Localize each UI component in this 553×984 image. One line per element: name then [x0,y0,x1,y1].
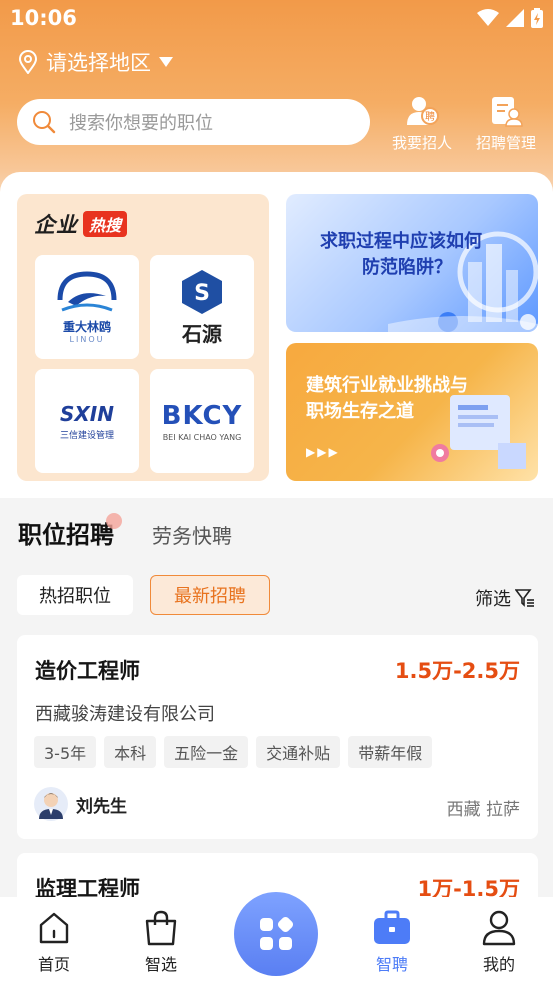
hot-companies-card: 企业 热搜 重大林鸥 LINOU S 石源 SXIN 三信建设管理 BKCY B… [17,194,269,481]
nav-smart-pick-label: 智选 [144,955,177,974]
nav-home[interactable]: 首页 [19,909,89,975]
location-selector[interactable]: 请选择地区 [18,47,173,77]
banner2-arrows: ▶▶▶ [306,445,340,459]
hot-badge: 热搜 [83,211,128,237]
signal-icon [506,9,524,27]
search-placeholder: 搜索你想要的职位 [69,113,213,134]
job-tag: 3-5年 [34,736,97,768]
nav-profile-label: 我的 [482,955,515,974]
hire-icon: 聘 [405,94,439,128]
chip-hot-jobs[interactable]: 热招职位 [17,575,133,615]
job-tag: 交通补贴 [256,736,341,768]
user-icon [482,909,516,947]
banner1-title: 求职过程中应该如何 防范陷阱？ [320,229,482,281]
status-time: 10:06 [10,6,77,30]
company-tile-linou[interactable]: 重大林鸥 LINOU [35,255,139,359]
job-tag: 本科 [104,736,157,768]
filter-icon [515,589,534,607]
job-company: 西藏骏涛建设有限公司 [35,704,215,725]
tab-labor-quick[interactable]: 劳务快聘 [152,520,232,549]
linou-name: 重大林鸥 [62,320,111,334]
sanxin-mark: SXIN [59,401,114,426]
banner1-line2: 防范陷阱？ [362,257,452,278]
hire-button[interactable]: 聘 我要招人 [392,94,452,153]
job-location: 西藏 拉萨 [446,800,520,820]
grid-icon [260,916,294,950]
bkcy-sub: BEI KAI CHAO YANG [162,432,242,442]
banner-industry-challenge[interactable]: 建筑行业就业挑战与 职场生存之道 ▶▶▶ [286,343,538,481]
job-tag: 五险一金 [164,736,249,768]
hot-companies-title: 企业 热搜 [34,209,128,239]
nav-smart-recruit-label: 智聘 [375,955,408,974]
tab-job-recruit[interactable]: 职位招聘 [18,513,122,550]
company-tile-bkcy[interactable]: BKCY BEI KAI CHAO YANG [150,369,254,473]
chip-newest-jobs[interactable]: 最新招聘 [150,575,270,615]
shopping-bag-icon [144,909,178,947]
filter-label: 筛选 [475,589,511,610]
search-input[interactable]: 搜索你想要的职位 [17,99,370,145]
recruit-manage-button[interactable]: 招聘管理 [476,94,536,153]
linou-sub: LINOU [69,335,105,344]
nav-profile[interactable]: 我的 [464,909,534,975]
search-icon [33,111,56,134]
hire-label: 我要招人 [392,134,453,152]
company-tile-shiyuan[interactable]: S 石源 [150,255,254,359]
status-bar: 10:06 [0,0,553,38]
job-tabs: 职位招聘 劳务快聘 [18,513,232,550]
battery-icon [531,8,543,28]
banner2-line1: 建筑行业就业挑战与 [306,375,468,396]
shiyuan-mark: S [194,281,210,306]
avatar [34,787,68,821]
job-tags: 3-5年 本科 五险一金 交通补贴 带薪年假 [34,736,433,768]
bkcy-name: BKCY [161,400,243,431]
caret-down-icon [159,57,173,67]
location-label: 请选择地区 [46,51,151,75]
filter-button[interactable]: 筛选 [475,585,535,611]
home-icon [37,909,71,947]
system-icons [477,8,543,28]
wifi-icon [477,9,499,26]
banner2-line2: 职场生存之道 [306,401,414,422]
recruit-manage-label: 招聘管理 [476,134,537,152]
sanxin-logo: SXIN [60,402,114,426]
banner2-title: 建筑行业就业挑战与 职场生存之道 [306,373,468,425]
briefcase-icon [373,909,411,947]
shiyuan-logo: S [182,269,222,314]
banner-job-traps[interactable]: 求职过程中应该如何 防范陷阱？ [286,194,538,332]
job-salary: 1.5万-2.5万 [394,659,520,683]
recruit-manage-icon [489,94,523,128]
tab-active-dot [106,513,122,529]
center-action-button[interactable] [234,892,318,976]
job-tag: 带薪年假 [348,736,433,768]
nav-smart-recruit[interactable]: 智聘 [357,909,427,975]
job-card[interactable]: 造价工程师 1.5万-2.5万 西藏骏涛建设有限公司 3-5年 本科 五险一金 … [17,635,538,839]
recruiter-name: 刘先生 [76,796,127,817]
banner1-line1: 求职过程中应该如何 [320,231,482,252]
linou-logo [57,271,117,312]
job-title: 造价工程师 [35,659,140,683]
nav-home-label: 首页 [37,955,70,974]
recruiter: 刘先生 [34,787,127,821]
tab-job-recruit-label: 职位招聘 [18,521,114,549]
hire-badge: 聘 [425,110,435,123]
shiyuan-name: 石源 [182,321,222,346]
hot-title-text: 企业 [34,213,78,237]
location-pin-icon [18,50,38,74]
nav-smart-pick[interactable]: 智选 [126,909,196,975]
company-tile-sanxin[interactable]: SXIN 三信建设管理 [35,369,139,473]
sanxin-name: 三信建设管理 [59,430,114,441]
